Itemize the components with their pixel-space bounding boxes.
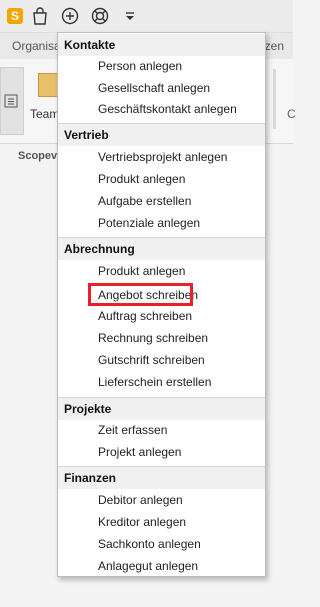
- app-logo-icon[interactable]: S: [4, 5, 26, 27]
- menu-item-geschaeftskontakt-anlegen[interactable]: Geschäftskontakt anlegen: [98, 101, 237, 117]
- app-logo-letter: S: [7, 8, 23, 24]
- menu-item-zeit-erfassen[interactable]: Zeit erfassen: [98, 422, 167, 438]
- menu-item-lieferschein-erstellen[interactable]: Lieferschein erstellen: [98, 374, 211, 390]
- quick-access-toolbar: S: [0, 0, 293, 33]
- tab-organisation[interactable]: Organisa: [12, 39, 61, 53]
- section-header-vertrieb: Vertrieb: [58, 124, 265, 146]
- bag-icon[interactable]: [29, 5, 51, 27]
- menu-item-potenziale-anlegen[interactable]: Potenziale anlegen: [98, 215, 200, 231]
- list-icon: [4, 94, 18, 108]
- menu-item-produkt-anlegen[interactable]: Produkt anlegen: [98, 171, 185, 187]
- ribbon-side-button[interactable]: [0, 67, 24, 135]
- menu-item-vertriebsprojekt-anlegen[interactable]: Vertriebsprojekt anlegen: [98, 149, 227, 165]
- menu-item-person-anlegen[interactable]: Person anlegen: [98, 58, 182, 74]
- menu-item-kreditor-anlegen[interactable]: Kreditor anlegen: [98, 514, 186, 530]
- menu-item-debitor-anlegen[interactable]: Debitor anlegen: [98, 492, 183, 508]
- ribbon-right-label[interactable]: C: [287, 107, 296, 121]
- menu-item-rechnung-schreiben[interactable]: Rechnung schreiben: [98, 330, 208, 346]
- menu-item-projekt-anlegen[interactable]: Projekt anlegen: [98, 444, 181, 460]
- menu-item-sachkonto-anlegen[interactable]: Sachkonto anlegen: [98, 536, 201, 552]
- menu-item-auftrag-schreiben[interactable]: Auftrag schreiben: [98, 308, 192, 324]
- plus-circle-icon[interactable]: [59, 5, 81, 27]
- menu-item-anlagegut-anlegen[interactable]: Anlagegut anlegen: [98, 558, 198, 574]
- lifebuoy-icon[interactable]: [89, 5, 111, 27]
- section-header-kontakte: Kontakte: [58, 34, 265, 56]
- team-label[interactable]: Team: [30, 107, 59, 121]
- menu-item-produkt-anlegen-abrechnung[interactable]: Produkt anlegen: [98, 263, 185, 279]
- highlight-box: [88, 283, 193, 306]
- section-header-abrechnung: Abrechnung: [58, 238, 265, 260]
- menu-item-aufgabe-erstellen[interactable]: Aufgabe erstellen: [98, 193, 191, 209]
- section-header-finanzen: Finanzen: [58, 467, 265, 489]
- new-item-dropdown-menu: Kontakte Person anlegen Gesellschaft anl…: [57, 32, 266, 577]
- ribbon-divider: [273, 69, 276, 129]
- menu-item-gesellschaft-anlegen[interactable]: Gesellschaft anlegen: [98, 80, 210, 96]
- menu-item-gutschrift-schreiben[interactable]: Gutschrift schreiben: [98, 352, 205, 368]
- section-header-projekte: Projekte: [58, 398, 265, 420]
- scope-label: Scopev: [18, 150, 58, 162]
- dropdown-arrow-icon[interactable]: [119, 5, 141, 27]
